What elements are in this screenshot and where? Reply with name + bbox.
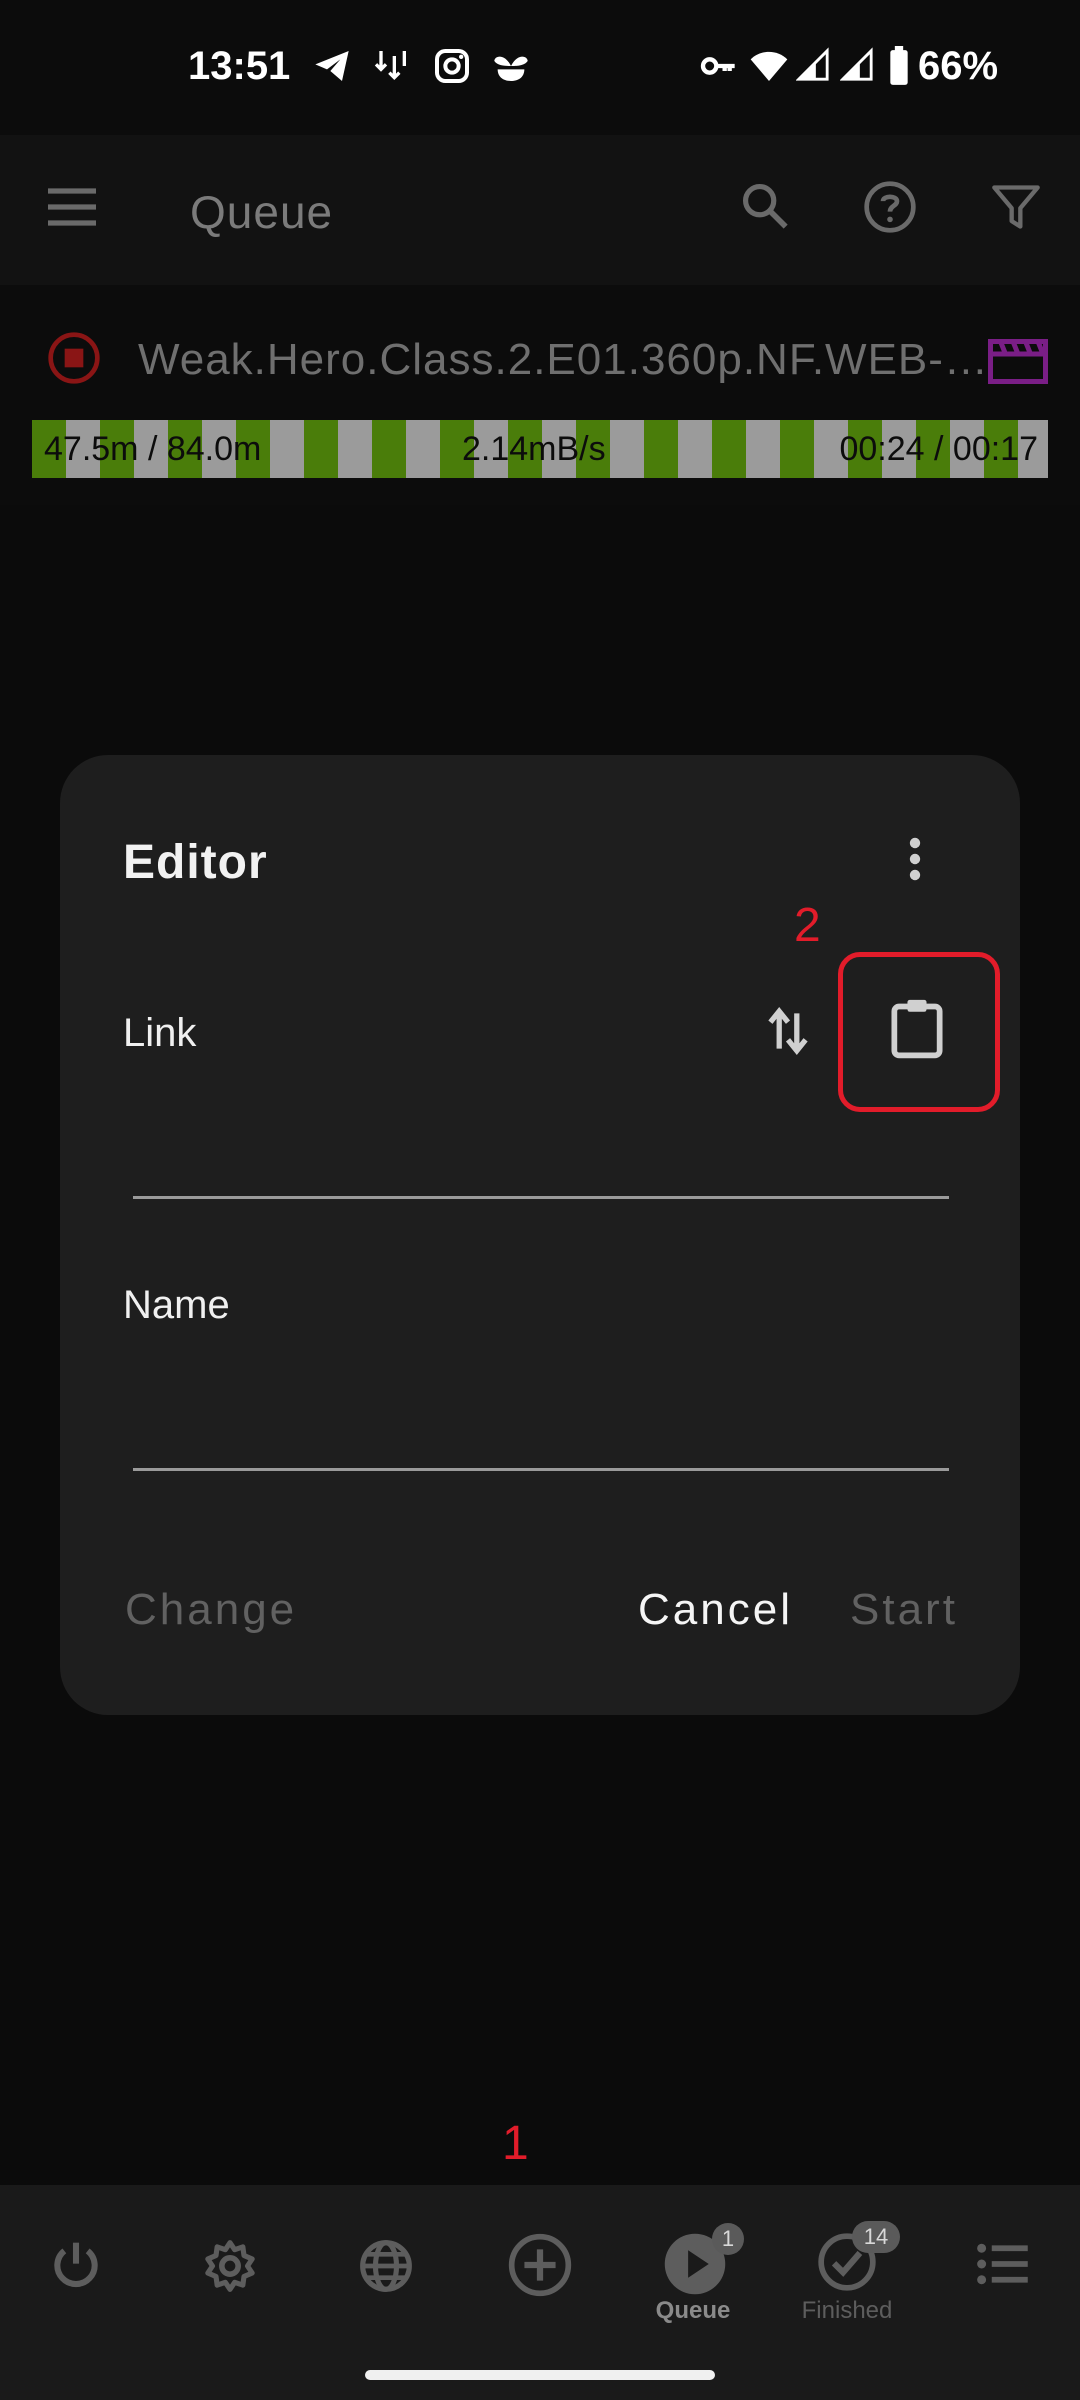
progress-size: 47.5m / 84.0m	[44, 430, 262, 468]
progress-stripe	[372, 420, 406, 478]
link-input-underline	[133, 1196, 949, 1199]
plant-icon	[490, 46, 532, 91]
signal-icon	[839, 46, 874, 89]
download-icon	[370, 46, 412, 91]
progress-stripe	[644, 420, 678, 478]
annotation-number-1: 1	[502, 2117, 529, 2170]
nav-label-queue: Queue	[655, 2297, 731, 2324]
progress-stripe	[678, 420, 712, 478]
progress-stripe	[610, 420, 644, 478]
globe-icon	[358, 2238, 414, 2299]
nav-power[interactable]	[0, 2185, 154, 2335]
annotation-number-2: 2	[794, 899, 821, 952]
dialog-title: Editor	[123, 836, 268, 889]
list-icon	[976, 2241, 1030, 2292]
nav-browser[interactable]	[308, 2185, 462, 2335]
wifi-icon	[748, 46, 790, 91]
nav-queue[interactable]: 1 Queue	[616, 2185, 770, 2335]
filter-icon[interactable]	[990, 179, 1042, 240]
app-bar: Queue	[0, 135, 1080, 285]
signal-icon	[795, 46, 830, 89]
video-file-icon	[988, 333, 1048, 390]
status-bar: 13:51 66%	[0, 0, 1080, 135]
vpn-key-icon	[698, 46, 738, 91]
change-button[interactable]: Change	[125, 1585, 297, 1635]
menu-icon[interactable]	[46, 187, 98, 232]
link-label: Link	[123, 1011, 197, 1055]
progress-stripe	[780, 420, 814, 478]
item-title: Weak.Hero.Class.2.E01.360p.NF.WEB-…	[138, 335, 989, 384]
name-input[interactable]	[133, 1387, 953, 1459]
nav-finished[interactable]: 14 Finished	[770, 2185, 924, 2335]
home-indicator[interactable]	[365, 2370, 715, 2380]
nav-label-finished: Finished	[801, 2297, 893, 2324]
nav-list[interactable]	[926, 2185, 1080, 2335]
progress-stripe	[746, 420, 780, 478]
search-icon[interactable]	[738, 179, 790, 236]
telegram-icon	[312, 46, 352, 91]
progress-stripe	[270, 420, 304, 478]
progress-stripe	[338, 420, 372, 478]
bottom-navigation: 1 Queue 14 Finished	[0, 2185, 1080, 2400]
name-label: Name	[123, 1283, 230, 1327]
add-circle-icon	[506, 2231, 574, 2304]
link-input[interactable]	[133, 1115, 953, 1187]
progress-speed: 2.14mB/s	[462, 430, 606, 468]
name-input-underline	[133, 1468, 949, 1471]
nav-settings[interactable]	[154, 2185, 308, 2335]
cancel-button[interactable]: Cancel	[638, 1585, 793, 1635]
power-icon	[48, 2238, 104, 2299]
download-progress-bar: 47.5m / 84.0m 2.14mB/s 00:24 / 00:17	[32, 420, 1048, 478]
help-icon[interactable]	[862, 179, 918, 240]
more-options-icon[interactable]	[903, 835, 927, 888]
progress-time: 00:24 / 00:17	[839, 430, 1038, 468]
progress-stripe	[712, 420, 746, 478]
status-time: 13:51	[188, 44, 291, 88]
progress-stripe	[406, 420, 440, 478]
stop-icon[interactable]	[46, 330, 102, 391]
queue-list-item[interactable]: Weak.Hero.Class.2.E01.360p.NF.WEB-… 47.5…	[0, 285, 1080, 505]
instagram-icon	[432, 46, 472, 91]
queue-badge: 1	[712, 2223, 744, 2255]
finished-badge: 14	[852, 2221, 900, 2253]
nav-add[interactable]	[462, 2185, 616, 2335]
settings-icon	[202, 2238, 258, 2299]
progress-stripe	[304, 420, 338, 478]
page-title: Queue	[190, 186, 334, 238]
swap-vertical-icon[interactable]	[766, 1003, 810, 1064]
battery-icon	[888, 46, 910, 91]
battery-percent: 66%	[918, 44, 999, 88]
start-button[interactable]: Start	[850, 1585, 958, 1635]
annotation-box-paste	[838, 952, 1000, 1112]
editor-dialog: Editor Link Name Change Cancel Start	[60, 755, 1020, 1715]
